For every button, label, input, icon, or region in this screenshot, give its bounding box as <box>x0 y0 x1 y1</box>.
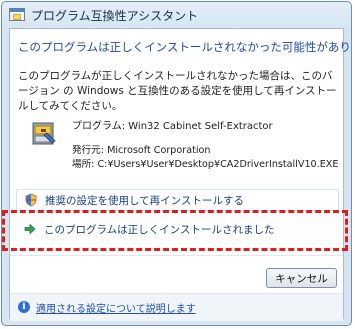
dialog-description: このプログラムが正しくインストールされなかった場合は、このバージョン の Win… <box>18 70 337 112</box>
reinstall-recommended-option[interactable]: 推奨の設定を使用して再インストールする <box>16 189 339 211</box>
separator <box>10 255 343 256</box>
program-details: 発行元: Microsoft Corporation 場所: C:¥Users¥… <box>72 144 338 171</box>
dialog-content: このプログラムは正しくインストールされなかった可能性があります このプログラムが… <box>9 28 351 321</box>
settings-info-link[interactable]: 適用される設定について説明します <box>36 300 196 315</box>
compatibility-dialog: プログラム互換性アシスタント このプログラムは正しくインストールされなかった可能… <box>1 1 352 326</box>
location-text: 場所: C:¥Users¥User¥Desktop¥CA2DriverInsta… <box>72 158 339 170</box>
dialog-heading: このプログラムは正しくインストールされなかった可能性があります <box>18 40 352 54</box>
publisher-text: 発行元: Microsoft Corporation <box>72 145 211 156</box>
cabinet-program-icon <box>32 122 56 145</box>
program-window-icon <box>9 8 25 21</box>
program-name: プログラム: Win32 Cabinet Self-Extractor <box>72 121 273 132</box>
cancel-button[interactable]: キャンセル <box>266 268 337 288</box>
green-arrow-icon <box>24 223 36 235</box>
info-icon: i <box>18 301 30 313</box>
title-bar: プログラム互換性アシスタント <box>2 2 351 28</box>
installed-correctly-option[interactable]: このプログラムは正しくインストールされました <box>16 218 339 240</box>
shield-icon <box>25 193 37 207</box>
dialog-footer: i 適用される設定について説明します <box>10 293 343 321</box>
window-title: プログラム互換性アシスタント <box>31 9 199 23</box>
reinstall-recommended-label: 推奨の設定を使用して再インストールする <box>45 194 244 207</box>
installed-correctly-label: このプログラムは正しくインストールされました <box>44 223 275 236</box>
